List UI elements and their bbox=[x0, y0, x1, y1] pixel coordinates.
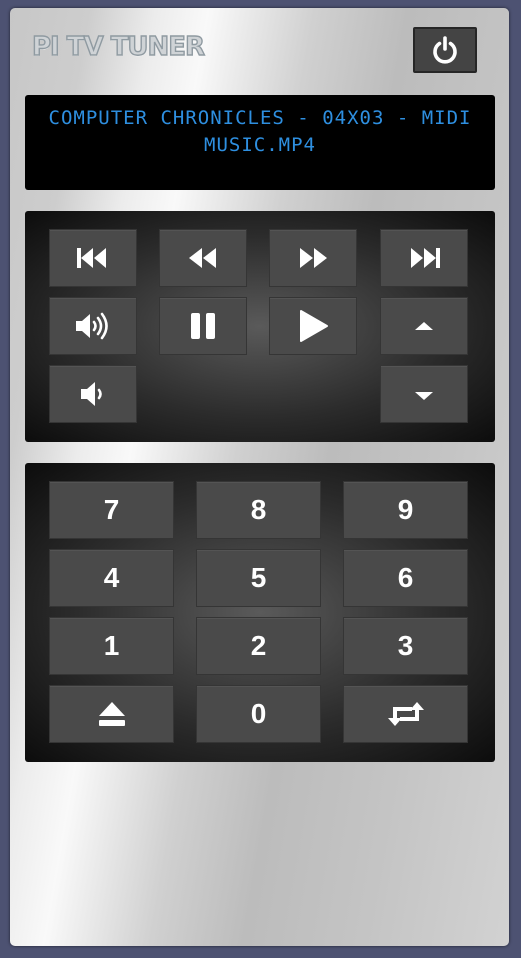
now-playing-display: COMPUTER CHRONICLES - 04X03 - MIDI MUSIC… bbox=[25, 95, 495, 190]
key-9[interactable]: 9 bbox=[343, 481, 468, 539]
caret-down-icon bbox=[415, 392, 433, 400]
keypad-panel: 7 8 9 4 5 6 1 2 3 0 bbox=[25, 463, 495, 762]
play-icon bbox=[300, 310, 328, 342]
pause-button[interactable] bbox=[159, 297, 247, 355]
key-0[interactable]: 0 bbox=[196, 685, 321, 743]
key-6[interactable]: 6 bbox=[343, 549, 468, 607]
volume-down-button[interactable] bbox=[49, 365, 137, 423]
skip-next-button[interactable] bbox=[380, 229, 468, 287]
remote-body: PI TV TUNER COMPUTER CHRONICLES - 04X03 … bbox=[10, 8, 509, 946]
key-7[interactable]: 7 bbox=[49, 481, 174, 539]
fast-forward-button[interactable] bbox=[269, 229, 357, 287]
play-button[interactable] bbox=[269, 297, 357, 355]
rewind-icon bbox=[189, 248, 216, 268]
skip-next-icon bbox=[411, 248, 440, 268]
fast-forward-icon bbox=[300, 248, 327, 268]
pause-icon bbox=[191, 313, 215, 339]
repeat-button[interactable] bbox=[343, 685, 468, 743]
key-1[interactable]: 1 bbox=[49, 617, 174, 675]
key-5[interactable]: 5 bbox=[196, 549, 321, 607]
skip-previous-icon bbox=[77, 248, 106, 268]
key-2[interactable]: 2 bbox=[196, 617, 321, 675]
key-4[interactable]: 4 bbox=[49, 549, 174, 607]
key-3[interactable]: 3 bbox=[343, 617, 468, 675]
repeat-icon bbox=[387, 702, 424, 726]
app-title: PI TV TUNER bbox=[31, 31, 205, 62]
volume-up-icon bbox=[76, 312, 108, 340]
caret-up-icon bbox=[415, 322, 433, 330]
rewind-button[interactable] bbox=[159, 229, 247, 287]
key-8[interactable]: 8 bbox=[196, 481, 321, 539]
volume-down-icon bbox=[81, 382, 102, 406]
transport-panel bbox=[25, 211, 495, 442]
now-playing-text: COMPUTER CHRONICLES - 04X03 - MIDI MUSIC… bbox=[48, 107, 472, 156]
power-icon bbox=[433, 36, 457, 64]
channel-down-button[interactable] bbox=[380, 365, 468, 423]
skip-previous-button[interactable] bbox=[49, 229, 137, 287]
volume-up-button[interactable] bbox=[49, 297, 137, 355]
eject-button[interactable] bbox=[49, 685, 174, 743]
power-button[interactable] bbox=[413, 27, 477, 73]
eject-icon bbox=[98, 702, 125, 726]
channel-up-button[interactable] bbox=[380, 297, 468, 355]
